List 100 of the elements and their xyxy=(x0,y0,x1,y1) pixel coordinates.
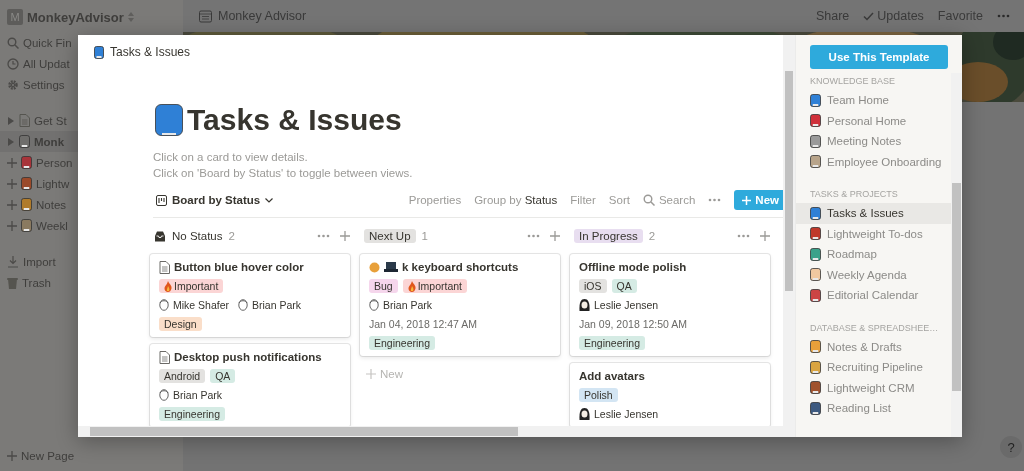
template-item[interactable]: Recruiting Pipeline xyxy=(796,357,951,378)
expand-arrow-icon xyxy=(7,137,15,146)
sidebar-page[interactable]: Notes xyxy=(36,198,67,211)
page-icon xyxy=(21,219,32,232)
template-item[interactable]: Reading List xyxy=(796,398,951,419)
scrollbar[interactable] xyxy=(951,73,962,437)
board-icon xyxy=(156,194,167,206)
template-item[interactable]: Lightweight CRM xyxy=(796,377,951,398)
search-link[interactable]: Search xyxy=(642,194,696,206)
page-icon xyxy=(810,114,821,128)
page-title[interactable]: Monkey Advisor xyxy=(218,9,307,23)
more-icon xyxy=(708,198,722,202)
sidebar-link[interactable]: Trash xyxy=(22,276,51,289)
page-icon xyxy=(810,360,821,374)
column-count: 2 xyxy=(648,230,656,242)
task-card[interactable]: Button blue hover color Important Mike Shafer Brian Park Design xyxy=(150,254,350,337)
toolbar-link[interactable]: Group by Status xyxy=(474,194,558,206)
trash-icon xyxy=(7,276,18,289)
check-icon xyxy=(863,11,875,21)
template-item[interactable]: Employee Onboarding xyxy=(796,151,951,172)
add-icon[interactable] xyxy=(760,231,770,241)
updown-icon xyxy=(127,12,134,22)
toolbar-link[interactable]: Sort xyxy=(608,194,630,206)
template-item[interactable]: Editorial Calendar xyxy=(796,285,951,306)
more-icon[interactable] xyxy=(527,234,540,238)
topbar-action[interactable]: Favorite xyxy=(937,9,983,23)
sidebar-page[interactable]: Get St xyxy=(34,114,67,127)
template-item[interactable]: Team Home xyxy=(796,90,951,111)
sidebar-link[interactable]: Import xyxy=(23,255,56,268)
task-card[interactable]: k keyboard shortcuts Bug Important Brian Park Jan 04, 2018 12:47 AM Engineering xyxy=(360,254,560,356)
section-heading: TASKS & PROJECTS xyxy=(809,188,899,201)
workspace-name[interactable]: MonkeyAdvisor xyxy=(27,9,124,25)
sidebar-page[interactable]: Lightw xyxy=(36,177,70,190)
view-selector[interactable]: Board by Status xyxy=(156,194,274,206)
chevron-icon xyxy=(265,197,274,203)
flame-icon xyxy=(407,280,416,292)
card-title: Desktop push notifications xyxy=(174,351,322,363)
document-icon xyxy=(19,114,30,127)
topbar-action[interactable]: Updates xyxy=(863,9,924,23)
sidebar-page[interactable]: Person xyxy=(36,156,73,169)
add-icon[interactable] xyxy=(550,231,560,241)
new-button[interactable]: New xyxy=(734,190,783,210)
scrollbar[interactable] xyxy=(78,426,795,437)
more-icon[interactable] xyxy=(317,234,330,238)
topbar-action[interactable]: Share xyxy=(815,9,850,23)
toolbar-link[interactable]: Filter xyxy=(570,194,596,206)
page-icon xyxy=(810,227,821,241)
page-icon xyxy=(810,288,821,302)
add-icon[interactable] xyxy=(340,231,350,241)
template-item[interactable]: Notes & Drafts xyxy=(796,336,951,357)
card-title: Button blue hover color xyxy=(174,261,304,273)
template-item[interactable]: Tasks & Issues xyxy=(796,203,951,224)
book-icon xyxy=(155,104,183,136)
use-template-button[interactable]: Use This Template xyxy=(810,45,948,69)
add-icon xyxy=(7,220,17,231)
toolbar-link[interactable]: Properties xyxy=(408,194,462,206)
breadcrumb[interactable]: Tasks & Issues xyxy=(110,45,191,59)
head-icon xyxy=(369,261,380,273)
page-icon xyxy=(810,93,821,107)
tag: Android xyxy=(159,369,206,383)
template-item[interactable]: Lightweight To-dos xyxy=(796,223,951,244)
new-page-link[interactable]: New Page xyxy=(21,449,75,462)
column-title: No Status xyxy=(172,230,223,242)
tag: Important xyxy=(402,279,468,293)
person-name: Brian Park xyxy=(173,389,223,401)
clock-icon xyxy=(7,57,19,70)
new-card-button[interactable]: New xyxy=(366,368,560,380)
book-icon xyxy=(94,45,104,59)
section-heading: KNOWLEDGE BASE xyxy=(809,75,897,88)
more-icon[interactable] xyxy=(737,234,750,238)
template-item[interactable]: Roadmap xyxy=(796,244,951,265)
page-icon xyxy=(810,268,821,282)
page-icon xyxy=(810,247,821,261)
expand-arrow-icon xyxy=(7,116,15,125)
tag: Engineering xyxy=(159,407,226,421)
description-text: Click on 'Board by Status' to toggle between views. xyxy=(153,166,414,181)
page-icon xyxy=(199,9,212,23)
tag: QA xyxy=(210,369,236,383)
tag: Engineering xyxy=(369,336,436,350)
template-item[interactable]: Personal Home xyxy=(796,110,951,131)
nav-item[interactable]: All Updat xyxy=(23,57,70,70)
page-icon xyxy=(810,206,821,220)
section-heading: DATABASE & SPREADSHEE… xyxy=(809,321,940,335)
nav-item[interactable]: Settings xyxy=(23,78,65,91)
page-icon xyxy=(810,401,821,415)
task-card[interactable]: Offline mode polish iOS QA Leslie Jensen Jan 09, 2018 12:50 AM Engineering xyxy=(570,254,770,356)
status-tag: Next Up xyxy=(364,229,416,243)
person-name: Mike Shafer xyxy=(173,299,230,311)
nav-item[interactable]: Quick Fin xyxy=(23,36,72,49)
help-button[interactable]: ? xyxy=(1000,436,1022,458)
sidebar-page[interactable]: Weekl xyxy=(36,219,68,232)
add-icon xyxy=(7,157,17,168)
plus-icon xyxy=(366,369,376,379)
tag: Bug xyxy=(369,279,398,293)
card-title: k keyboard shortcuts xyxy=(402,261,519,273)
scrollbar[interactable] xyxy=(783,35,795,426)
column-count: 1 xyxy=(421,230,428,242)
template-item[interactable]: Meeting Notes xyxy=(796,131,951,152)
template-item[interactable]: Weekly Agenda xyxy=(796,264,951,285)
download-icon xyxy=(7,255,19,268)
